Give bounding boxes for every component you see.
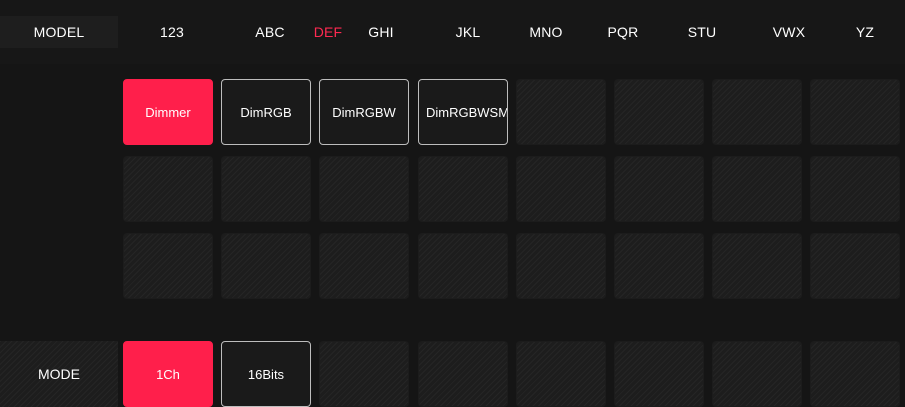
empty-model-slot: [516, 233, 606, 299]
empty-mode-slot: [614, 341, 704, 407]
model-button-dimrgbw[interactable]: DimRGBW: [319, 79, 409, 145]
empty-mode-slot: [712, 341, 802, 407]
empty-model-slot: [418, 156, 508, 222]
model-button-dimrgbwsm[interactable]: DimRGBWSM: [418, 79, 508, 145]
empty-model-slot: [614, 79, 704, 145]
empty-model-slot: [810, 79, 900, 145]
empty-model-slot: [712, 156, 802, 222]
empty-model-slot: [319, 156, 409, 222]
empty-model-slot: [516, 156, 606, 222]
mode-button-1ch[interactable]: 1Ch: [123, 341, 213, 407]
tab-123[interactable]: 123: [125, 16, 219, 48]
empty-model-slot: [516, 79, 606, 145]
empty-model-slot: [712, 233, 802, 299]
empty-model-slot: [221, 156, 311, 222]
empty-mode-slot: [319, 341, 409, 407]
tab-yz[interactable]: YZ: [818, 16, 905, 48]
empty-mode-slot: [418, 341, 508, 407]
mode-button-16bits[interactable]: 16Bits: [221, 341, 311, 407]
tab-stu[interactable]: STU: [655, 16, 749, 48]
empty-model-slot: [418, 233, 508, 299]
empty-mode-slot: [516, 341, 606, 407]
empty-model-slot: [614, 233, 704, 299]
empty-model-slot: [810, 233, 900, 299]
model-label: MODEL: [0, 16, 118, 48]
tab-ghi[interactable]: GHI: [334, 16, 428, 48]
model-button-dimmer[interactable]: Dimmer: [123, 79, 213, 145]
empty-model-slot: [123, 156, 213, 222]
empty-model-slot: [221, 233, 311, 299]
model-button-dimrgb[interactable]: DimRGB: [221, 79, 311, 145]
empty-model-slot: [123, 233, 213, 299]
letter-tab-bar: MODEL 123 ABC DEF GHI JKL MNO PQR STU VW…: [0, 0, 905, 64]
empty-model-slot: [614, 156, 704, 222]
empty-mode-slot: [810, 341, 900, 407]
empty-model-slot: [810, 156, 900, 222]
mode-label: MODE: [0, 341, 118, 407]
empty-model-slot: [712, 79, 802, 145]
empty-model-slot: [319, 233, 409, 299]
